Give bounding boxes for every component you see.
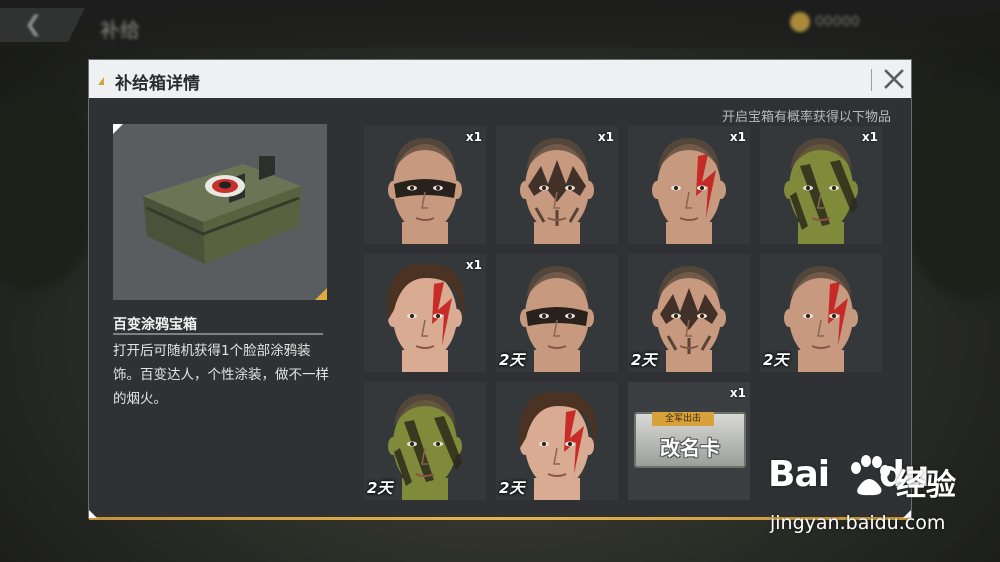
dialog-corner-icon [89,510,97,518]
reward-cell[interactable]: x1 [496,126,618,244]
baidu-jingyan-watermark: Bai du 经验 jingyan.baidu.com [768,454,998,554]
reward-cell[interactable]: x1 [364,126,486,244]
reward-cell[interactable]: 2天 [628,254,750,372]
item-description: 打开后可随机获得1个脸部涂鸦装饰。百变达人，个性涂装，做不一样的烟火。 [113,343,329,407]
watermark-url: jingyan.baidu.com [770,512,946,534]
item-name: 百变涂鸦宝箱 [113,317,197,333]
reward-cell[interactable]: x1 [760,126,882,244]
header-marker-icon [98,77,104,85]
quantity-label: x1 [465,258,482,272]
rename-card-icon: 全军出击 改名卡 [634,412,746,468]
rarity-corner-icon [315,288,327,300]
baidu-paw-icon [851,455,890,496]
reward-cell[interactable]: x1 [628,126,750,244]
quantity-label: x1 [597,130,614,144]
currency-amount: 00000 [815,14,860,30]
reward-cell[interactable]: 2天 [496,254,618,372]
quantity-label: x1 [861,130,878,144]
reward-cell[interactable]: x1 [364,254,486,372]
quantity-label: x1 [729,130,746,144]
duration-label: 2天 [763,351,789,369]
background-page-title: 补给 [100,18,140,42]
rename-card-label: 改名卡 [660,436,720,460]
quantity-label: x1 [729,386,746,400]
reward-cell[interactable]: 2天 [760,254,882,372]
background-scenery [900,80,1000,300]
rename-card-tag: 全军出击 [652,412,714,426]
duration-label: 2天 [631,351,657,369]
back-arrow-icon: ❮ [24,12,43,37]
duration-label: 2天 [499,351,525,369]
background-scenery [0,90,100,290]
duration-label: 2天 [499,479,525,497]
coin-icon [790,12,810,32]
dialog-header: 补给箱详情 [89,60,911,98]
frame-corner-icon [113,124,123,134]
close-icon [884,69,904,89]
header-divider [871,69,872,91]
item-name-divider [113,333,323,335]
supply-box-icon [143,156,301,264]
drop-hint-text: 开启宝箱有概率获得以下物品 [721,110,891,125]
close-button[interactable] [879,64,909,94]
reward-cell[interactable]: 2天 [496,382,618,500]
duration-label: 2天 [367,479,393,497]
dialog-title: 补给箱详情 [115,74,200,94]
supply-box-dialog: 补给箱详情 开启宝箱有概率获得以下物品 百变涂鸦宝箱 打开后可随机获得1个脸部涂… [88,59,912,520]
quantity-label: x1 [465,130,482,144]
item-preview [113,124,327,300]
reward-cell-rename-card[interactable]: x1 全军出击 改名卡 [628,382,750,500]
watermark-jingyan: 经验 [896,468,956,503]
reward-cell[interactable]: 2天 [364,382,486,500]
